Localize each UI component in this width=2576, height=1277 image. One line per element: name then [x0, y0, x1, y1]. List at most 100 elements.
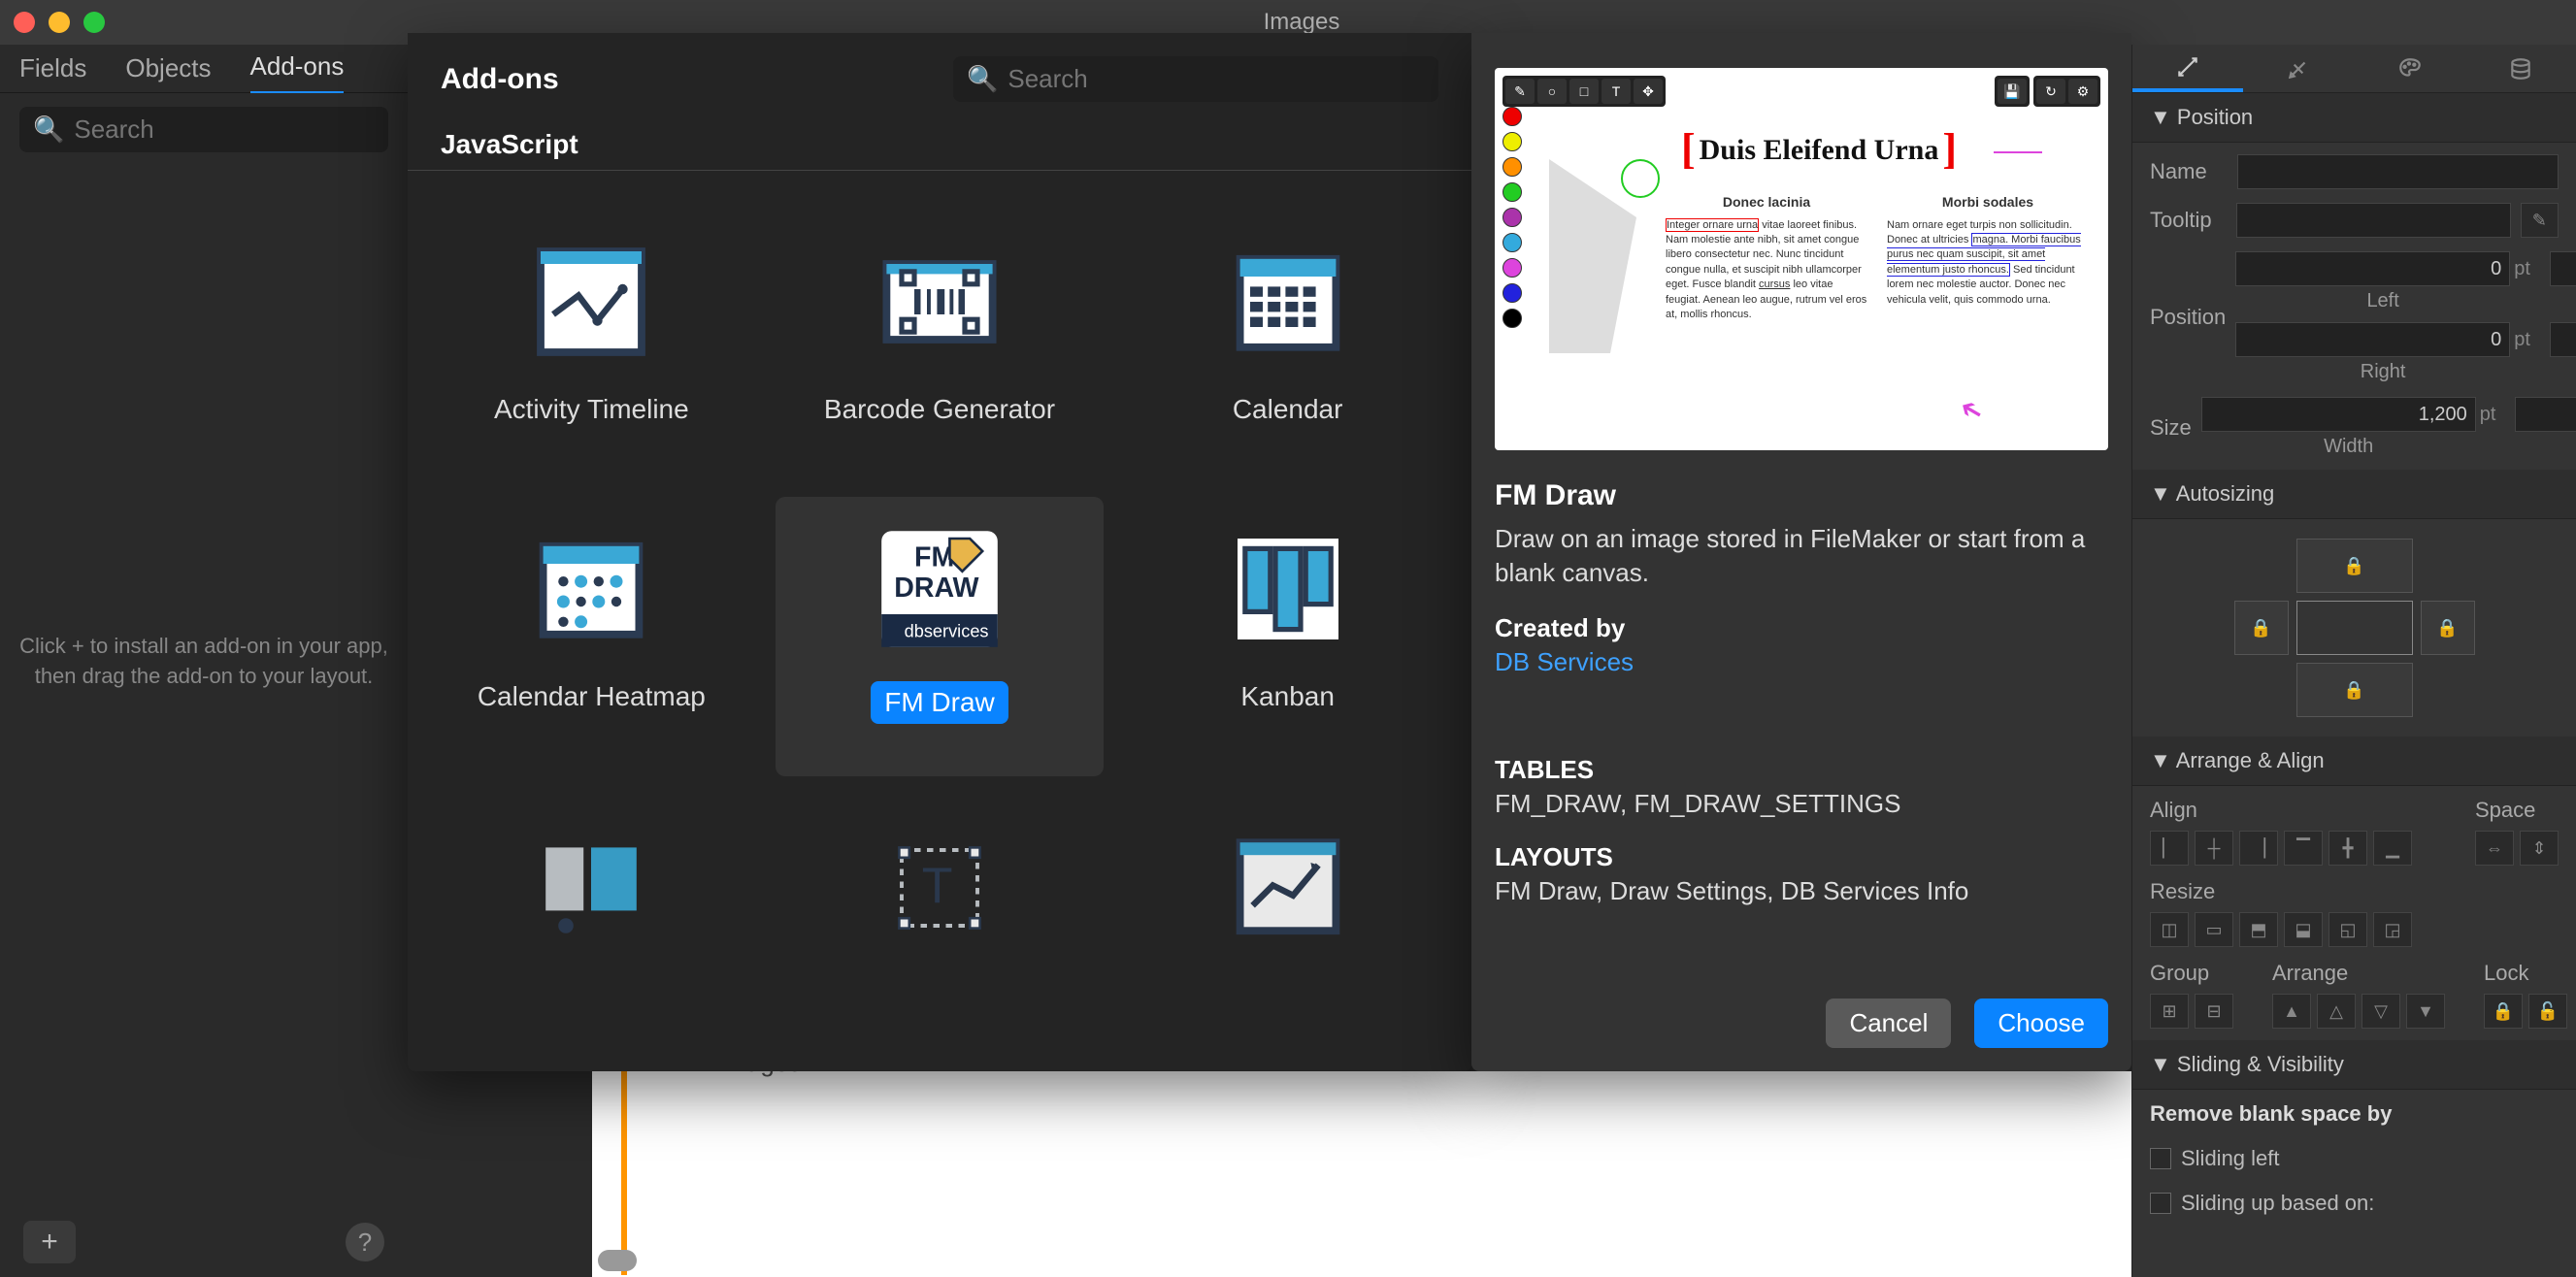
anchor-bottom[interactable]: 🔒	[2296, 663, 2413, 717]
sliding-left-checkbox[interactable]: Sliding left	[2150, 1146, 2559, 1171]
text-addon-icon: T	[867, 815, 1012, 961]
position-bottom-input[interactable]	[2550, 322, 2576, 357]
inspector-name-input[interactable]	[2237, 154, 2559, 189]
addon-fm-draw[interactable]: FMDRAWdbservices FM Draw	[776, 497, 1105, 776]
svg-text:DRAW: DRAW	[894, 573, 978, 604]
distribute-v-button[interactable]: ⇕	[2520, 831, 2559, 866]
preview-tool-gear: ⚙	[2068, 79, 2097, 104]
left-search-input[interactable]	[74, 115, 399, 145]
close-window-button[interactable]	[14, 12, 35, 33]
search-icon: 🔍	[33, 115, 64, 145]
resize-smallest-width[interactable]: ◫	[2150, 912, 2189, 947]
chart-addon-icon	[1215, 815, 1361, 961]
align-center-h-button[interactable]: ┼	[2195, 831, 2233, 866]
send-backward-button[interactable]: ▽	[2361, 994, 2400, 1029]
swatch-purple	[1503, 208, 1522, 227]
lock-label: Lock	[2484, 961, 2567, 986]
group-button[interactable]: ⊞	[2150, 994, 2189, 1029]
position-right-input[interactable]	[2235, 322, 2510, 357]
unlock-button[interactable]: 🔓	[2528, 994, 2567, 1029]
position-top-input[interactable]	[2550, 251, 2576, 286]
addon-partial-1[interactable]	[427, 796, 756, 1032]
svg-text:T: T	[922, 859, 953, 915]
resize-smallest[interactable]: ◱	[2328, 912, 2367, 947]
preview-color-palette	[1503, 107, 1522, 328]
left-panel: 🔍 Click + to install an add-on in your a…	[0, 93, 408, 1277]
resize-smallest-height[interactable]: ⬒	[2239, 912, 2278, 947]
addons-search[interactable]: 🔍	[953, 56, 1438, 102]
align-bottom-button[interactable]: ▁	[2373, 831, 2412, 866]
swatch-magenta	[1503, 258, 1522, 278]
addon-barcode-generator[interactable]: Barcode Generator	[776, 210, 1105, 477]
inspector-section-sliding[interactable]: ▼ Sliding & Visibility	[2132, 1040, 2576, 1090]
addon-kanban[interactable]: Kanban	[1123, 497, 1452, 776]
addon-label: FM Draw	[871, 681, 1008, 724]
ungroup-button[interactable]: ⊟	[2195, 994, 2233, 1029]
position-left-input[interactable]	[2235, 251, 2510, 286]
minimize-window-button[interactable]	[49, 12, 70, 33]
horizontal-scrollbar[interactable]	[598, 1250, 637, 1271]
search-icon: 🔍	[967, 64, 998, 94]
inspector-tab-appearance[interactable]	[2355, 45, 2465, 92]
detail-author-link[interactable]: DB Services	[1495, 647, 2108, 677]
inspector-tab-styles[interactable]	[2243, 45, 2354, 92]
detail-tables: FM_DRAW, FM_DRAW_SETTINGS	[1495, 789, 2108, 819]
help-button[interactable]: ?	[346, 1223, 384, 1261]
distribute-h-button[interactable]: ⇔	[2475, 831, 2514, 866]
tab-addons[interactable]: Add-ons	[250, 42, 345, 95]
align-top-button[interactable]: ▔	[2284, 831, 2323, 866]
align-left-button[interactable]: ▏	[2150, 831, 2189, 866]
preview-green-circle	[1621, 159, 1660, 198]
size-width-input[interactable]	[2201, 397, 2476, 432]
remove-blank-label: Remove blank space by	[2150, 1101, 2559, 1127]
preview-arrow: ➔	[1953, 391, 1989, 430]
detail-description: Draw on an image stored in FileMaker or …	[1495, 522, 2108, 590]
canvas-left-edge	[621, 1042, 627, 1275]
left-search[interactable]: 🔍	[19, 107, 388, 152]
layout-canvas[interactable]	[592, 1071, 2131, 1277]
inspector-tab-position[interactable]	[2132, 45, 2243, 92]
anchor-left[interactable]: 🔒	[2234, 601, 2289, 655]
align-right-button[interactable]: ▕	[2239, 831, 2278, 866]
resize-largest[interactable]: ◲	[2373, 912, 2412, 947]
align-center-v-button[interactable]: ╋	[2328, 831, 2367, 866]
tab-fields[interactable]: Fields	[19, 44, 86, 93]
inspector-tooltip-input[interactable]	[2236, 203, 2511, 238]
inspector-section-arrange[interactable]: ▼ Arrange & Align	[2132, 737, 2576, 786]
inspector-section-position[interactable]: ▼ Position	[2132, 93, 2576, 143]
add-button[interactable]: +	[23, 1221, 76, 1263]
preview-tool-square: □	[1569, 79, 1599, 104]
window-controls	[14, 12, 105, 33]
bring-forward-button[interactable]: △	[2317, 994, 2356, 1029]
install-hint: Click + to install an add-on in your app…	[0, 632, 408, 692]
addons-grid: Activity Timeline Barcode Generator Cale…	[408, 171, 1471, 1071]
choose-button[interactable]: Choose	[1974, 999, 2108, 1048]
swatch-red	[1503, 107, 1522, 126]
addons-search-input[interactable]	[1007, 64, 1425, 94]
addon-activity-timeline[interactable]: Activity Timeline	[427, 210, 756, 477]
resize-largest-width[interactable]: ▭	[2195, 912, 2233, 947]
addon-partial-3[interactable]	[1123, 796, 1452, 1032]
edit-tooltip-button[interactable]: ✎	[2521, 203, 2559, 238]
size-height-input[interactable]	[2515, 397, 2576, 432]
zoom-window-button[interactable]	[83, 12, 105, 33]
anchor-top[interactable]: 🔒	[2296, 539, 2413, 593]
tab-objects[interactable]: Objects	[125, 44, 211, 93]
addon-partial-2[interactable]: T	[776, 796, 1105, 1032]
svg-text:FM: FM	[914, 542, 954, 573]
inspector-section-autosizing[interactable]: ▼ Autosizing	[2132, 470, 2576, 519]
resize-largest-height[interactable]: ⬓	[2284, 912, 2323, 947]
cancel-button[interactable]: Cancel	[1826, 999, 1951, 1048]
inspector-tab-data[interactable]	[2465, 45, 2576, 92]
preview-tool-save: 💾	[1998, 79, 2027, 104]
bring-front-button[interactable]: ▲	[2272, 994, 2311, 1029]
sliding-up-checkbox[interactable]: Sliding up based on:	[2150, 1191, 2559, 1216]
send-back-button[interactable]: ▼	[2406, 994, 2445, 1029]
addon-calendar[interactable]: Calendar	[1123, 210, 1452, 477]
lock-button[interactable]: 🔒	[2484, 994, 2523, 1029]
addon-calendar-heatmap[interactable]: Calendar Heatmap	[427, 497, 756, 776]
preview-toolbar: ✎ ○ □ T ✥ 💾 ↻ ⚙	[1503, 76, 2100, 107]
barcode-icon	[867, 229, 1012, 375]
anchor-right[interactable]: 🔒	[2421, 601, 2475, 655]
resize-label: Resize	[2150, 879, 2559, 904]
